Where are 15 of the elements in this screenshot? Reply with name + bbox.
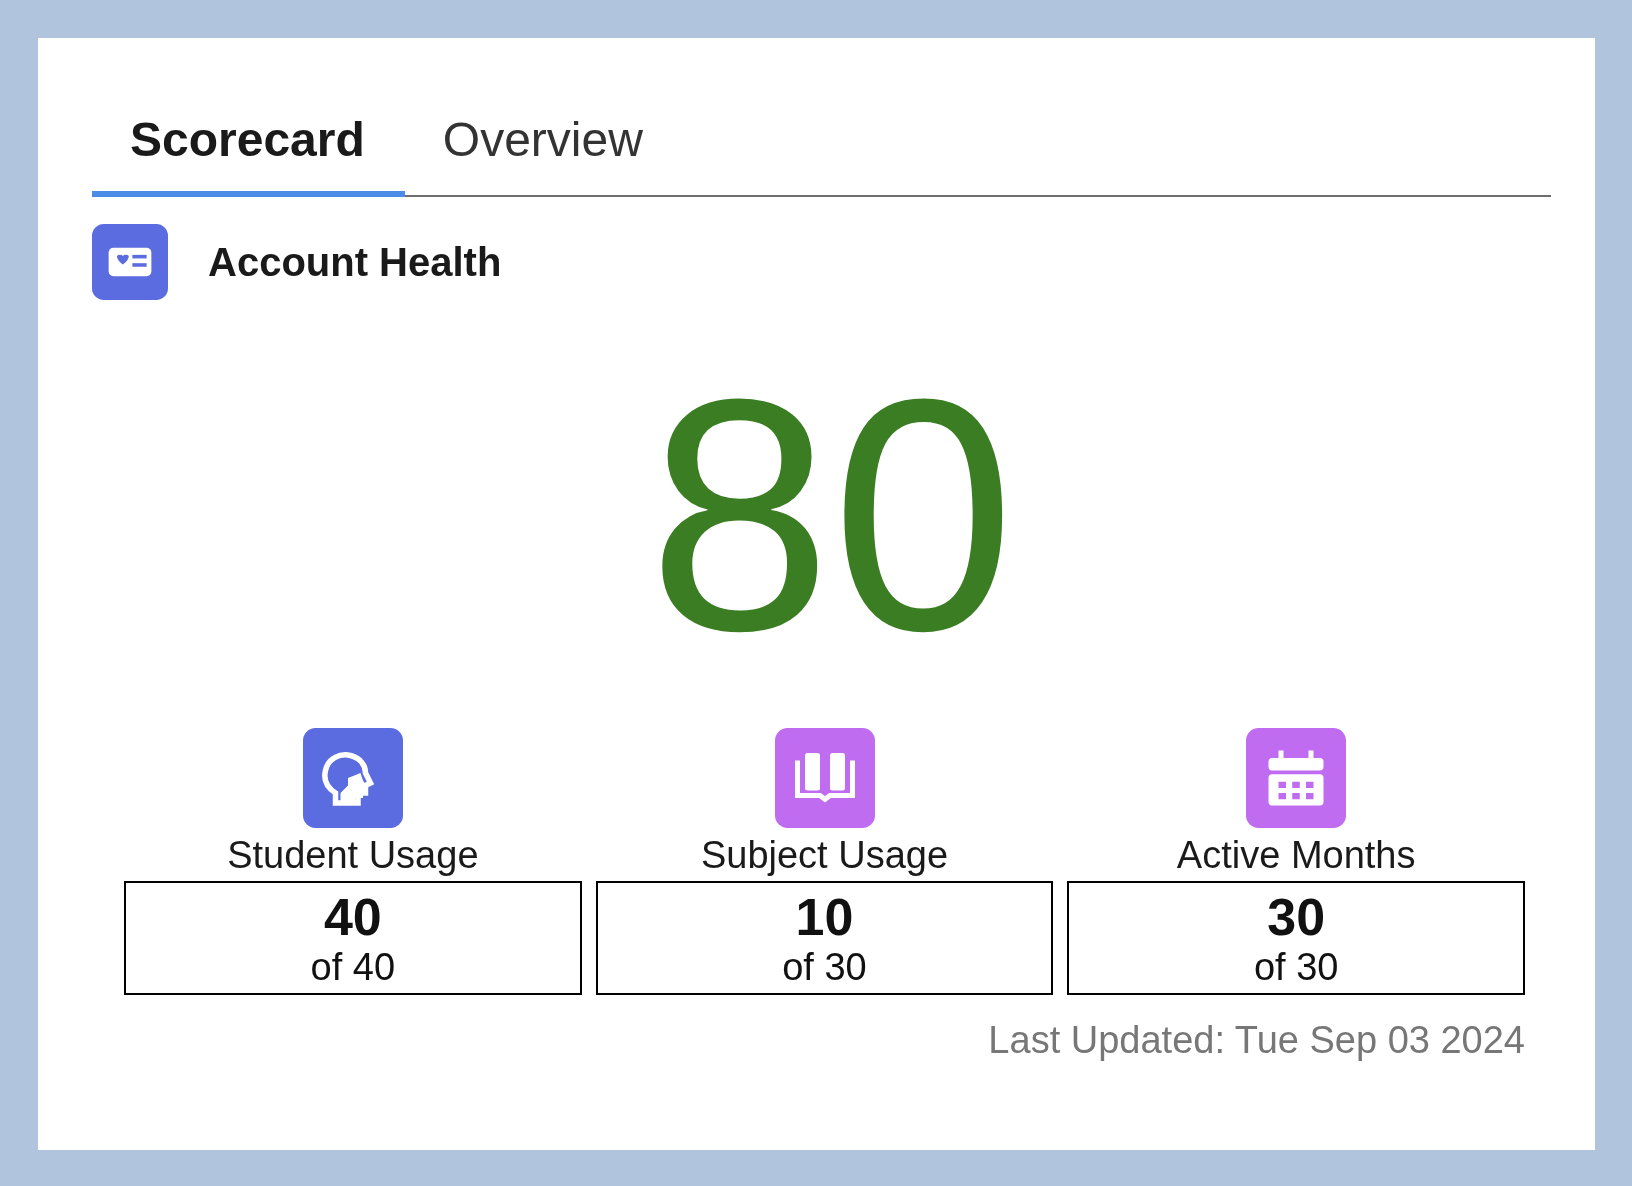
score-value: 80 <box>646 350 1017 680</box>
metric-total: of 30 <box>1253 946 1339 990</box>
metric-value: 40 <box>323 889 382 947</box>
metric-label: Subject Usage <box>700 834 949 877</box>
section-title: Account Health <box>208 239 502 285</box>
tab[interactable]: Scorecard <box>92 90 405 197</box>
health-card-icon <box>92 224 168 300</box>
metric-value: 30 <box>1267 889 1326 947</box>
metric-label: Student Usage <box>227 834 479 877</box>
last-updated-text: Last Updated: Tue Sep 03 2024 <box>988 1019 1525 1063</box>
metric-label: Active Months <box>1176 834 1416 877</box>
metric-total: of 40 <box>310 946 396 990</box>
metric-total: of 30 <box>782 946 867 990</box>
metric-value: 10 <box>795 889 854 947</box>
tab[interactable]: Overview <box>404 90 683 197</box>
